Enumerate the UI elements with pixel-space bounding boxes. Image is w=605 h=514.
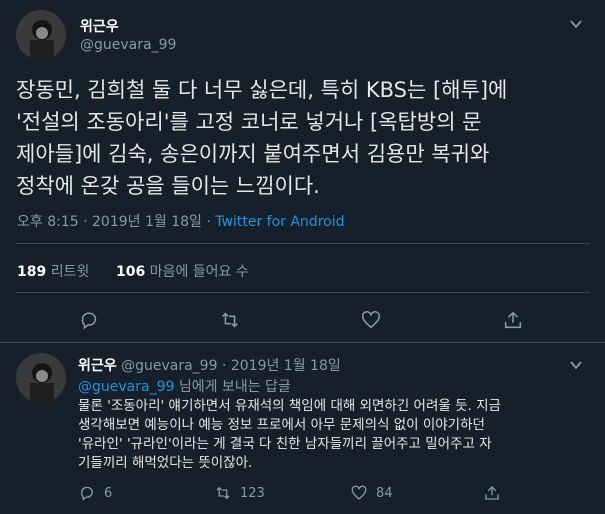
tweet-text-line: 제아들]에 김숙, 송은이까지 붙여주면서 김용만 복귀와 <box>16 142 490 166</box>
retweet-count: 189 <box>17 264 47 280</box>
chevron-down-icon[interactable] <box>566 355 586 375</box>
separator-dot: · <box>206 214 211 230</box>
reply-text-line: '유라인' '규라인'이라는 게 결국 다 친한 남자들끼리 끌어주고 밀어주고… <box>78 436 492 452</box>
retweet-stat[interactable]: 189 리트윗 <box>17 261 89 281</box>
tweet-time[interactable]: 오후 8:15 <box>17 214 79 230</box>
reply-text-line: 생각해보면 예능이나 예능 정보 프로에서 아무 문제의식 없이 이야기하던 <box>78 417 485 433</box>
reply-to-handle[interactable]: @guevara_99 <box>78 379 174 395</box>
reply-action-like[interactable]: 84 <box>350 484 393 502</box>
heart-icon <box>350 484 368 502</box>
handle[interactable]: @guevara_99 <box>80 37 176 53</box>
retweet-icon <box>214 484 232 502</box>
reply-date[interactable]: 2019년 1월 18일 <box>231 358 341 374</box>
tweet-text: 장동민, 김희철 둘 다 너무 싫은데, 특히 KBS는 [해투]에 '전설의 … <box>16 74 601 202</box>
reply-text: 물론 '조동아리' 얘기하면서 유재석의 책임에 대해 외면하긴 어려울 듯. … <box>78 397 598 473</box>
separator-dot: · <box>83 214 88 230</box>
retweet-count: 123 <box>240 485 265 501</box>
chevron-down-icon[interactable] <box>566 14 586 34</box>
reply-text-line: 기들끼리 해먹었다는 뜻이잖아. <box>78 455 253 471</box>
tweet-text-line: 정착에 온갖 공을 들이는 느낌이다. <box>16 174 320 198</box>
divider <box>16 243 590 244</box>
divider <box>16 292 590 293</box>
reply-icon[interactable] <box>76 307 102 333</box>
retweet-icon[interactable] <box>217 307 243 333</box>
divider <box>0 342 605 343</box>
separator-dot: · <box>221 358 227 374</box>
share-icon[interactable] <box>482 483 502 503</box>
like-label: 마음에 들어요 수 <box>149 264 249 280</box>
handle[interactable]: @guevara_99 <box>121 358 217 374</box>
retweet-label: 리트윗 <box>50 264 90 280</box>
like-count: 84 <box>376 485 393 501</box>
reply-action-retweet[interactable]: 123 <box>214 484 265 502</box>
replying-to: @guevara_99 님에게 보내는 답글 <box>78 376 291 396</box>
reply-to-suffix: 님에게 보내는 답글 <box>178 379 291 395</box>
share-icon[interactable] <box>500 307 526 333</box>
avatar[interactable] <box>16 353 66 403</box>
heart-icon[interactable] <box>358 307 384 333</box>
display-name[interactable]: 위근우 <box>78 358 117 374</box>
like-count: 106 <box>116 264 146 280</box>
tweet-date[interactable]: 2019년 1월 18일 <box>92 214 202 230</box>
like-stat[interactable]: 106 마음에 들어요 수 <box>116 261 249 281</box>
tweet-text-line: '전설의 조동아리'를 고정 코너로 넣거나 [옥탑방의 문 <box>16 110 482 134</box>
reply-text-line: 물론 '조동아리' 얘기하면서 유재석의 책임에 대해 외면하긴 어려울 듯. … <box>78 398 501 414</box>
reply-icon <box>78 484 96 502</box>
tweet-source[interactable]: Twitter for Android <box>215 214 344 230</box>
reply-action-reply[interactable]: 6 <box>78 484 112 502</box>
display-name[interactable]: 위근우 <box>80 16 119 36</box>
timestamp-row: 오후 8:15 · 2019년 1월 18일 · Twitter for And… <box>17 211 344 231</box>
tweet-text-line: 장동민, 김희철 둘 다 너무 싫은데, 특히 KBS는 [해투]에 <box>16 78 508 102</box>
reply-header: 위근우 @guevara_99 · 2019년 1월 18일 <box>78 355 341 375</box>
avatar[interactable] <box>16 10 66 60</box>
reply-count: 6 <box>104 485 113 501</box>
